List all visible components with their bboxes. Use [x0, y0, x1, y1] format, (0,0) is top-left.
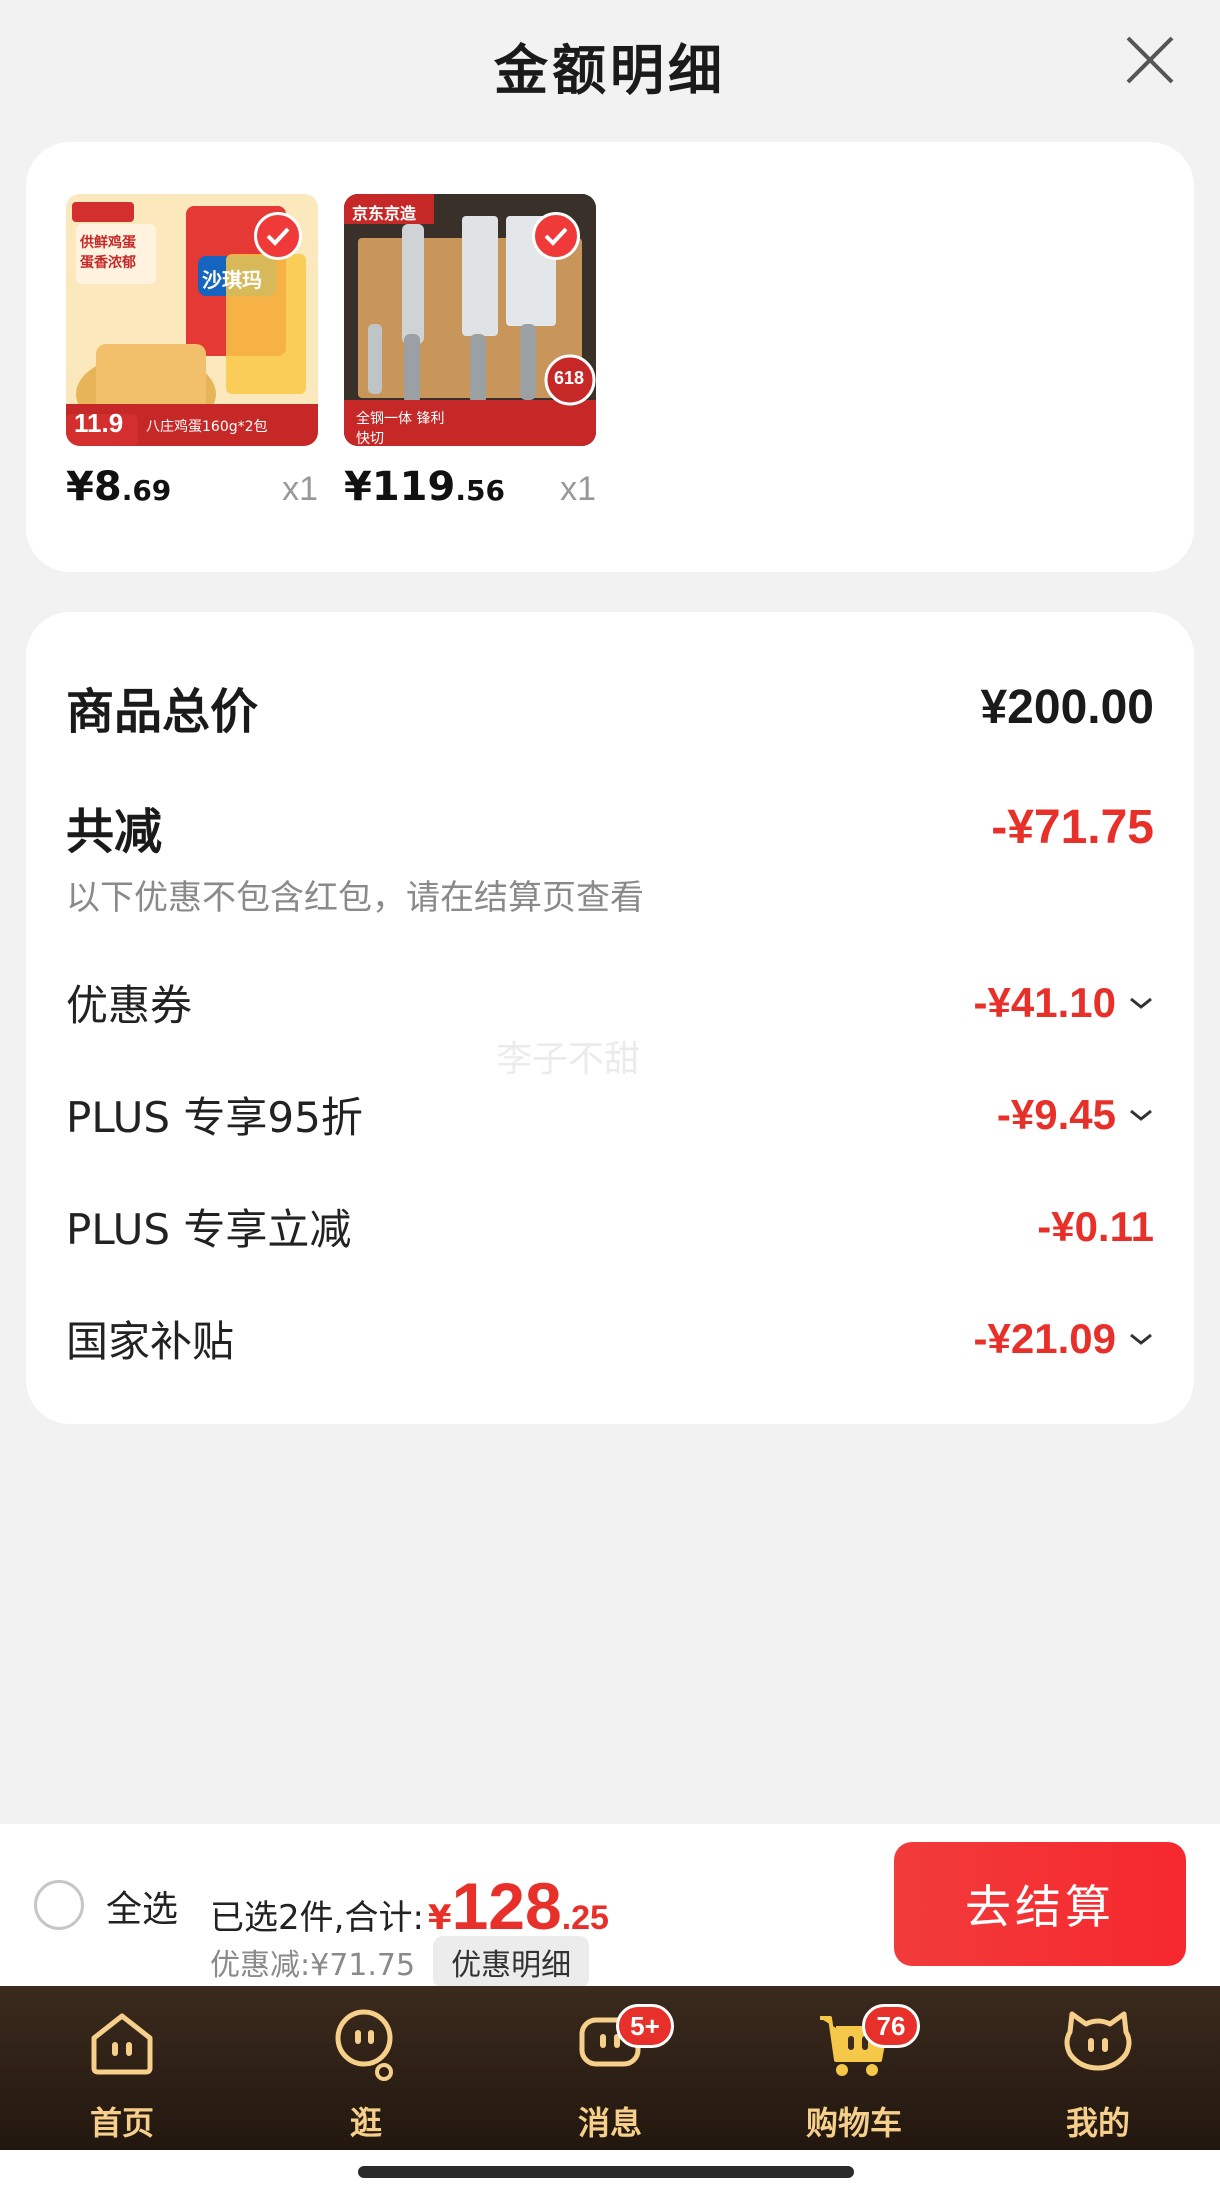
- tab-cart[interactable]: 76 购物车: [732, 1986, 976, 2150]
- tab-profile[interactable]: 我的: [976, 1986, 1220, 2150]
- tab-messages[interactable]: 5+ 消息: [488, 1986, 732, 2150]
- home-icon: [91, 2013, 153, 2075]
- discount-line-label: 优惠券: [66, 981, 193, 1030]
- discount-summary-text: 优惠减:¥71.75: [210, 1948, 416, 1983]
- thumb-price-tag: 11.9: [74, 408, 124, 438]
- tab-label: 我的: [1065, 2104, 1130, 2142]
- discount-summary: 优惠减:¥71.75 优惠明细: [210, 1936, 590, 1988]
- discount-line-subsidy[interactable]: 国家补贴 -¥21.09: [66, 1308, 1154, 1369]
- selected-summary: 已选2件,合计: ¥ 128 .25: [210, 1868, 609, 1944]
- discount-line-value: -¥21.09: [973, 1314, 1116, 1362]
- select-all-radio[interactable]: [34, 1880, 84, 1930]
- product-quantity: x1: [282, 470, 318, 508]
- discount-hint: 以下优惠不包含红包，请在结算页查看: [66, 878, 644, 918]
- goods-total-value: ¥200.00: [980, 680, 1154, 734]
- product-quantity: x1: [560, 470, 596, 508]
- chevron-down-icon[interactable]: [1128, 1107, 1154, 1123]
- thumb-price-tag: 618: [554, 368, 585, 388]
- page-title: 金额明细: [494, 38, 726, 102]
- thumb-caption: 全钢一体 锋利快切: [356, 411, 445, 446]
- amount-summary-card: 商品总价 ¥200.00 共减 -¥71.75 以下优惠不包含红包，请在结算页查…: [26, 612, 1194, 1424]
- browse-icon: [335, 2009, 393, 2081]
- thumb-brand: 京东京造: [352, 204, 417, 223]
- tab-label: 逛: [349, 2104, 382, 2142]
- discount-line-label: 国家补贴: [66, 1317, 235, 1366]
- total-off-label: 共减: [66, 804, 163, 860]
- product-price-row: ¥119.56 x1: [344, 464, 596, 510]
- discount-line-label: PLUS 专享95折: [66, 1093, 363, 1142]
- home-indicator[interactable]: [358, 2166, 854, 2178]
- total-amount-int: 128: [451, 1869, 562, 1943]
- total-amount-dec: .25: [561, 1899, 609, 1937]
- message-badge: 5+: [616, 2004, 674, 2048]
- tab-label: 消息: [577, 2104, 642, 2142]
- checkout-button[interactable]: 去结算: [894, 1842, 1186, 1966]
- selected-check-icon[interactable]: [532, 212, 580, 260]
- selected-count-text: 已选2件,合计:: [210, 1898, 424, 1938]
- thumb-brand: 沙琪玛: [202, 268, 262, 292]
- product-price: ¥119.56: [344, 464, 505, 510]
- close-button[interactable]: [1120, 30, 1180, 90]
- profile-icon: [1064, 2011, 1132, 2071]
- bottom-tab-bar: 首页 逛 5+ 消息 76 购物车 我的: [0, 1986, 1220, 2150]
- goods-total-label: 商品总价: [66, 684, 259, 740]
- discount-line-value: -¥0.11: [1037, 1202, 1154, 1250]
- product-price: ¥8.69: [66, 464, 172, 510]
- select-all-label[interactable]: 全选: [106, 1880, 178, 1932]
- product-item[interactable]: 京东京造 618 全钢一体 锋利快切 ¥119.56 x1: [344, 194, 598, 510]
- tab-label: 购物车: [805, 2104, 902, 2142]
- goods-total-row: 商品总价 ¥200.00: [66, 672, 1154, 742]
- discount-line-plus95[interactable]: PLUS 专享95折 -¥9.45: [66, 1084, 1154, 1145]
- total-off-value: -¥71.75: [991, 800, 1154, 854]
- watermark: 李子不甜: [496, 1039, 641, 1080]
- product-price-row: ¥8.69 x1: [66, 464, 318, 510]
- cart-badge: 76: [862, 2004, 920, 2048]
- tab-label: 首页: [89, 2104, 154, 2142]
- discount-line-label: PLUS 专享立减: [66, 1205, 352, 1254]
- thumb-top-text: 供鲜鸡蛋 蛋香浓郁: [80, 235, 136, 271]
- product-thumbnail[interactable]: 京东京造 618 全钢一体 锋利快切: [344, 194, 596, 446]
- chevron-down-icon[interactable]: [1128, 1331, 1154, 1347]
- discount-line-value: -¥9.45: [996, 1090, 1116, 1138]
- total-currency: ¥: [427, 1898, 452, 1938]
- discount-detail-button[interactable]: 优惠明细: [433, 1936, 590, 1988]
- selected-check-icon[interactable]: [254, 212, 302, 260]
- discount-line-value: -¥41.10: [973, 978, 1116, 1026]
- discount-line-coupon[interactable]: 优惠券 -¥41.10: [66, 972, 1154, 1033]
- discount-line-plus-off: PLUS 专享立减 -¥0.11: [66, 1196, 1154, 1257]
- product-card: 11.9 八庄鸡蛋160g*2包 供鲜鸡蛋 蛋香浓郁 沙琪玛 ¥8.69 x1: [26, 142, 1194, 572]
- tab-browse[interactable]: 逛: [244, 1986, 488, 2150]
- checkout-bar: 全选 已选2件,合计: ¥ 128 .25 优惠减:¥71.75 优惠明细 去结…: [0, 1824, 1220, 1988]
- close-icon: [1126, 36, 1174, 84]
- chevron-down-icon[interactable]: [1128, 995, 1154, 1011]
- product-item[interactable]: 11.9 八庄鸡蛋160g*2包 供鲜鸡蛋 蛋香浓郁 沙琪玛 ¥8.69 x1: [66, 194, 320, 510]
- product-thumbnail[interactable]: 11.9 八庄鸡蛋160g*2包 供鲜鸡蛋 蛋香浓郁 沙琪玛: [66, 194, 318, 446]
- total-off-row: 共减 -¥71.75: [66, 792, 1154, 862]
- thumb-caption: 八庄鸡蛋160g*2包: [146, 419, 268, 435]
- tab-home[interactable]: 首页: [0, 1986, 244, 2150]
- sheet-header: 金额明细: [0, 0, 1220, 130]
